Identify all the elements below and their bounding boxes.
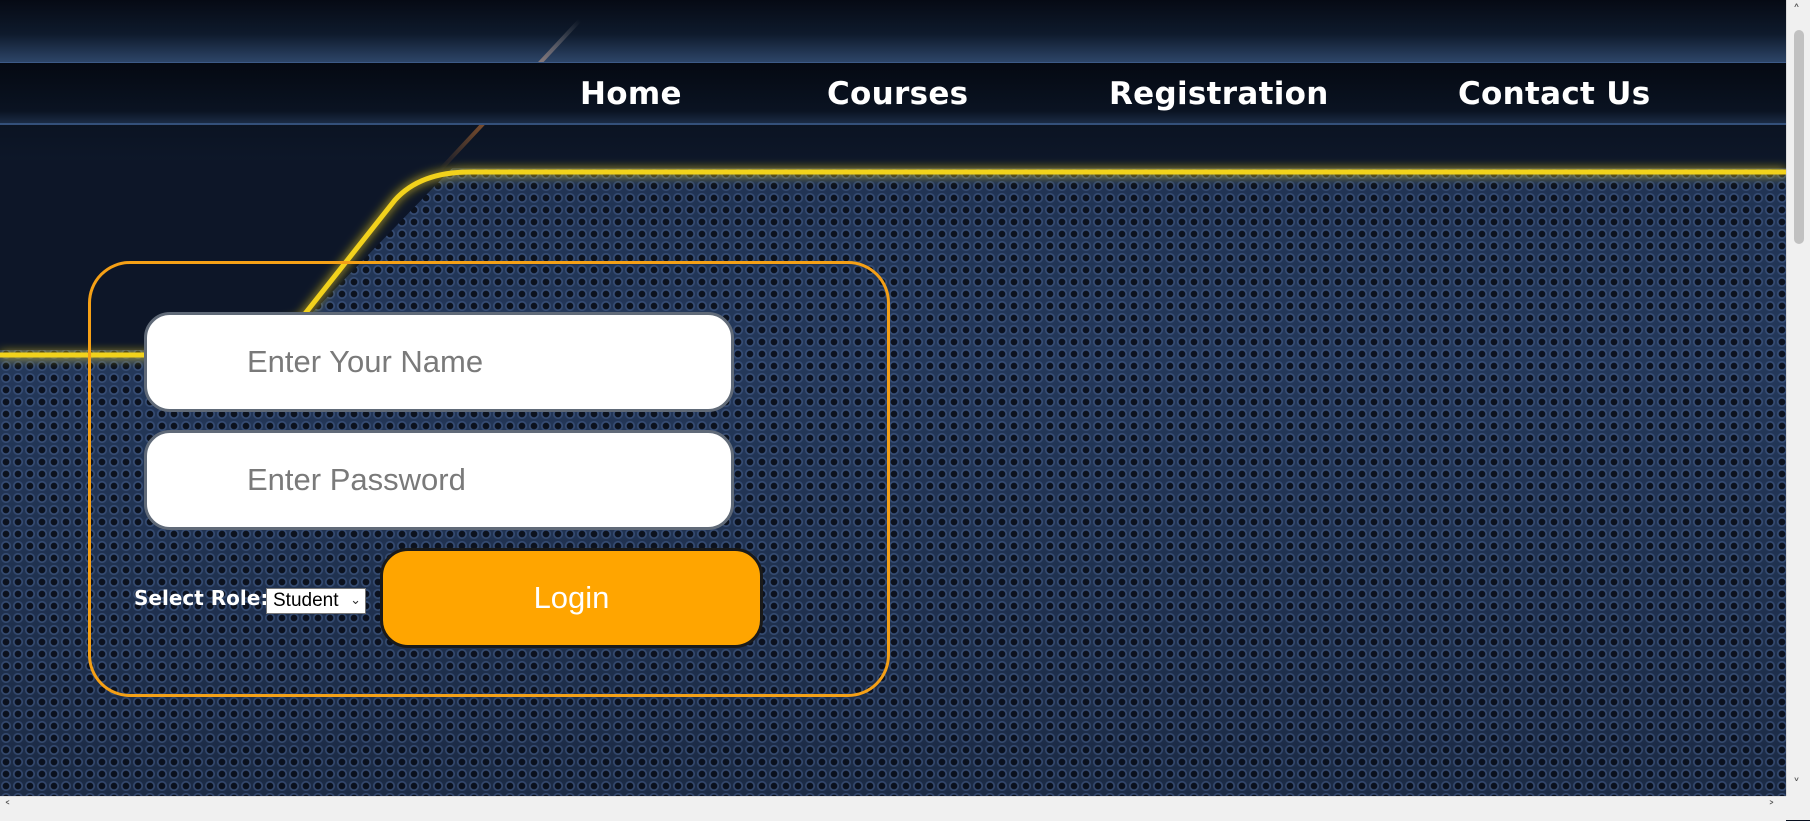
chevron-down-icon: ⌄	[350, 592, 361, 607]
chevron-left-icon[interactable]: ˂	[4, 801, 11, 815]
scrollbar-corner	[1786, 796, 1810, 820]
chevron-up-icon[interactable]: ˄	[1793, 4, 1800, 18]
chevron-down-icon[interactable]: ˅	[1793, 778, 1800, 792]
password-input[interactable]	[144, 430, 734, 530]
login-button[interactable]: Login	[380, 548, 763, 648]
nav-registration-link[interactable]: Registration	[1109, 74, 1329, 114]
role-select-value: Student	[273, 590, 339, 611]
header-band	[0, 0, 1786, 62]
vertical-scroll-thumb[interactable]	[1794, 30, 1804, 244]
horizontal-scrollbar[interactable]: ˂ ˃	[0, 796, 1786, 821]
name-input[interactable]	[144, 312, 734, 412]
role-label: Select Role:	[134, 586, 269, 610]
nav-contact-us-link[interactable]: Contact Us	[1458, 74, 1650, 114]
page-viewport: Home Courses Registration Contact Us Sel…	[0, 0, 1786, 796]
vertical-scrollbar[interactable]: ˄ ˅	[1786, 0, 1810, 796]
nav-courses-link[interactable]: Courses	[827, 74, 968, 114]
nav-home-link[interactable]: Home	[580, 74, 682, 114]
role-select[interactable]: Student ⌄	[266, 588, 366, 614]
chevron-right-icon[interactable]: ˃	[1768, 801, 1775, 815]
